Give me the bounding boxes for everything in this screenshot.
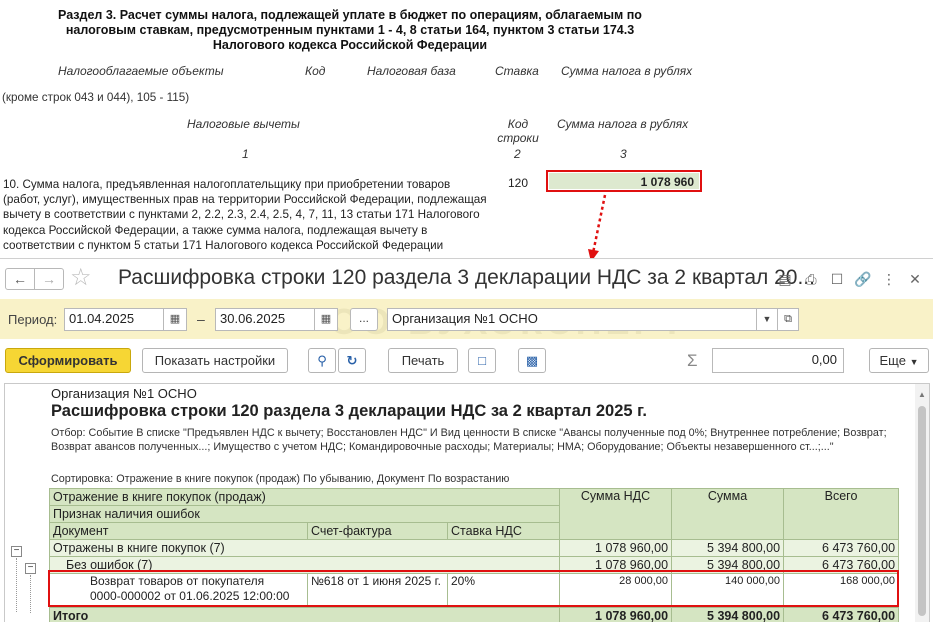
report-window: ← → ☆ Расшифровка строки 120 раздела 3 д… bbox=[0, 258, 933, 622]
show-settings-button[interactable]: Показать настройки bbox=[142, 348, 288, 373]
colnum-3: 3 bbox=[620, 147, 627, 161]
header-line-code: Код строки bbox=[497, 117, 539, 145]
header-code: Код bbox=[305, 64, 326, 78]
declaration-section-title: Раздел 3. Расчет суммы налога, подлежаще… bbox=[58, 8, 642, 52]
report-content: Организация №1 ОСНО Расшифровка строки 1… bbox=[48, 384, 901, 622]
back-arrow-icon[interactable]: ← bbox=[5, 268, 35, 290]
collapse-group-icon[interactable]: − bbox=[11, 546, 22, 557]
header-book-reflection[interactable]: Отражение в книге покупок (продаж) bbox=[48, 488, 561, 506]
chevron-down-icon[interactable]: ▼ bbox=[756, 308, 778, 331]
line-10-code: 120 bbox=[508, 176, 529, 190]
print-button[interactable]: Печать bbox=[388, 348, 458, 373]
header-total[interactable]: Всего bbox=[783, 488, 900, 540]
period-select-button[interactable]: ... bbox=[350, 308, 378, 331]
detail-row-highlight bbox=[48, 570, 899, 607]
tree-column: − − bbox=[5, 384, 49, 622]
header-rate: Ставка bbox=[495, 64, 539, 78]
calendar-from-icon[interactable]: ▦ bbox=[163, 308, 187, 331]
totals-total: 6 473 760,00 bbox=[783, 607, 900, 622]
link-icon[interactable]: 🔗 bbox=[853, 269, 873, 289]
selected-sum-field[interactable]: 0,00 bbox=[712, 348, 844, 373]
declaration-fragment: Раздел 3. Расчет суммы налога, подлежаще… bbox=[0, 0, 933, 262]
search-icon[interactable]: ⚲ bbox=[308, 348, 336, 373]
totals-sum: 5 394 800,00 bbox=[671, 607, 785, 622]
save-icon[interactable]: ▤ bbox=[775, 269, 795, 289]
window-titlebar: ← → ☆ Расшифровка строки 120 раздела 3 д… bbox=[0, 259, 933, 299]
header-document[interactable]: Документ bbox=[49, 522, 308, 540]
cut-line-text: (кроме строк 043 и 044), 105 - 115) bbox=[2, 91, 190, 104]
period-bar: ОО БУХЭКСПЕРТ Период: 01.04.2025 ▦ – 30.… bbox=[0, 299, 933, 342]
calendar-to-icon[interactable]: ▦ bbox=[314, 308, 338, 331]
report-sorting: Сортировка: Отражение в книге покупок (п… bbox=[51, 473, 510, 485]
period-dash: – bbox=[197, 311, 205, 327]
forward-arrow-icon[interactable]: → bbox=[34, 268, 64, 290]
date-from-input[interactable]: 01.04.2025 bbox=[64, 308, 164, 331]
report-title: Расшифровка строки 120 раздела 3 деклара… bbox=[51, 402, 647, 420]
line-10-sum-value: 1 078 960 bbox=[549, 173, 699, 189]
header-invoice[interactable]: Счет-фактура bbox=[307, 522, 448, 540]
report-filter: Отбор: Событие В списке "Предъявлен НДС … bbox=[51, 427, 887, 453]
line-10-description: 10. Сумма налога, предъявленная налогопл… bbox=[3, 178, 487, 252]
generate-button[interactable]: Сформировать bbox=[5, 348, 131, 373]
report-organization: Организация №1 ОСНО bbox=[51, 386, 197, 401]
search-next-icon[interactable]: ↻ bbox=[338, 348, 366, 373]
header-error-flag[interactable]: Признак наличия ошибок bbox=[48, 505, 561, 523]
report-spreadsheet: − − Организация №1 ОСНО Расшифровка стро… bbox=[4, 383, 930, 622]
sigma-icon: Σ bbox=[687, 351, 698, 370]
group-total: 6 473 760,00 bbox=[783, 539, 900, 557]
header-tax-base: Налоговая база bbox=[367, 64, 456, 78]
table-row[interactable]: Отражены в книге покупок (7) 1 078 960,0… bbox=[48, 539, 900, 557]
header-sum[interactable]: Сумма bbox=[671, 488, 785, 540]
group-sum: 5 394 800,00 bbox=[671, 539, 785, 557]
totals-row: Итого 1 078 960,00 5 394 800,00 6 473 76… bbox=[48, 607, 900, 622]
line-10-sum-highlight: 1 078 960 bbox=[546, 170, 702, 192]
period-label: Период: bbox=[8, 312, 58, 327]
red-arrow-icon bbox=[588, 194, 607, 262]
collapse-subgroup-icon[interactable]: − bbox=[25, 563, 36, 574]
favorite-star-icon[interactable]: ☆ bbox=[70, 264, 92, 292]
colnum-1: 1 bbox=[242, 147, 249, 161]
scroll-up-icon[interactable]: ▲ bbox=[918, 390, 926, 399]
more-vertical-icon[interactable]: ⋮ bbox=[879, 269, 899, 289]
header-deduction-sum: Сумма налога в рублях bbox=[557, 117, 689, 131]
command-bar: Сформировать Показать настройки ⚲ ↻ Печа… bbox=[0, 341, 933, 379]
preview-doc-icon[interactable]: □ bbox=[468, 348, 496, 373]
header-tax-sum: Сумма налога в рублях bbox=[561, 64, 693, 78]
vertical-scrollbar[interactable]: ▲ bbox=[915, 384, 929, 622]
totals-vat: 1 078 960,00 bbox=[559, 607, 673, 622]
header-vat-sum[interactable]: Сумма НДС bbox=[559, 488, 673, 540]
open-form-icon[interactable]: ⧉ bbox=[777, 308, 799, 331]
chevron-down-icon: ▼ bbox=[909, 357, 919, 367]
header-deductions: Налоговые вычеты bbox=[187, 117, 300, 131]
group-label: Отражены в книге покупок (7) bbox=[48, 539, 561, 557]
header-vat-rate[interactable]: Ставка НДС bbox=[446, 522, 561, 540]
title-toolbar: ▤ ⎙ ☐ 🔗 ⋮ ✕ bbox=[775, 269, 925, 289]
header-taxable-objects: Налогооблагаемые объекты bbox=[58, 64, 224, 78]
tree-connector bbox=[16, 558, 17, 612]
group-vat: 1 078 960,00 bbox=[559, 539, 673, 557]
organization-input[interactable]: Организация №1 ОСНО bbox=[387, 308, 757, 331]
more-button[interactable]: Еще ▼ bbox=[869, 348, 929, 373]
window-title: Расшифровка строки 120 раздела 3 деклара… bbox=[118, 266, 815, 289]
scroll-thumb[interactable] bbox=[918, 406, 926, 616]
totals-label: Итого bbox=[48, 607, 561, 622]
floppy-save-icon[interactable]: ▩ bbox=[518, 348, 546, 373]
more-button-label: Еще bbox=[879, 353, 906, 368]
close-icon[interactable]: ✕ bbox=[905, 269, 925, 289]
header-row: Отражение в книге покупок (продаж) Сумма… bbox=[48, 488, 900, 540]
colnum-2: 2 bbox=[514, 147, 521, 161]
print-icon[interactable]: ⎙ bbox=[801, 269, 821, 289]
tree-connector bbox=[30, 575, 31, 613]
preview-icon[interactable]: ☐ bbox=[827, 269, 847, 289]
date-to-input[interactable]: 30.06.2025 bbox=[215, 308, 315, 331]
